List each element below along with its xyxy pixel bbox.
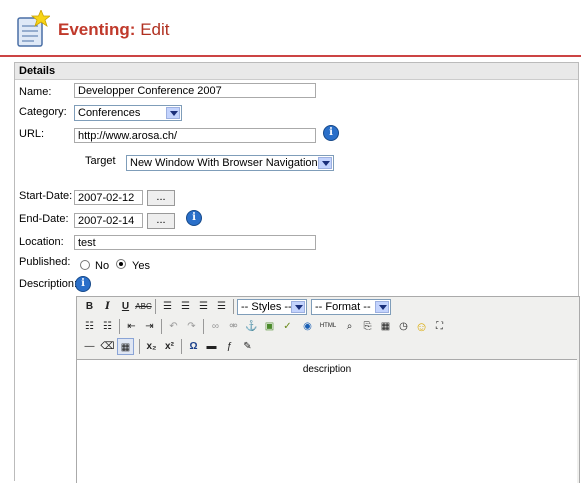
header-divider — [0, 55, 581, 57]
numbered-list-icon[interactable]: ☷ — [99, 318, 116, 335]
align-center-icon[interactable]: ☰ — [177, 298, 194, 315]
published-label: Published: — [19, 256, 71, 268]
chevron-down-icon — [166, 107, 180, 119]
description-label: Description: — [19, 278, 78, 290]
italic-icon[interactable]: I — [99, 298, 116, 315]
toolbar-separator — [181, 339, 182, 354]
toolbar-separator — [139, 339, 140, 354]
title-subtitle: Edit — [140, 20, 170, 39]
end-date-label: End-Date: — [19, 213, 69, 225]
edit-icon[interactable]: ✎ — [239, 338, 256, 355]
unlink-icon[interactable]: ⚮ — [225, 318, 242, 335]
published-yes-label: Yes — [132, 260, 150, 272]
link-icon[interactable]: ∞ — [207, 318, 224, 335]
location-label: Location: — [19, 236, 64, 248]
flash-icon[interactable]: ƒ — [221, 338, 238, 355]
published-no-radio[interactable] — [80, 260, 90, 270]
start-date-label: Start-Date: — [19, 190, 73, 202]
start-date-field[interactable]: 2007-02-12 — [74, 190, 143, 205]
editor-content-text: description — [302, 364, 352, 375]
start-date-picker-button[interactable]: ... — [147, 190, 175, 206]
url-label: URL: — [19, 128, 45, 140]
published-yes-radio[interactable] — [116, 259, 126, 269]
time-icon[interactable]: ◷ — [395, 318, 412, 335]
date-icon[interactable]: ▦ — [377, 318, 394, 335]
url-field[interactable]: http://www.arosa.ch/ — [74, 128, 316, 143]
align-left-icon[interactable]: ☰ — [159, 298, 176, 315]
page-header: Eventing: Edit — [0, 0, 581, 58]
undo-icon[interactable]: ↶ — [165, 318, 182, 335]
strikethrough-icon[interactable]: ABC — [135, 298, 152, 315]
details-panel: Details Name: Developper Conference 2007… — [14, 62, 580, 484]
styles-select[interactable]: -- Styles -- — [237, 299, 307, 315]
bold-icon[interactable]: B — [81, 298, 98, 315]
end-date-picker-button[interactable]: ... — [147, 213, 175, 229]
chevron-down-icon — [375, 301, 389, 313]
info-icon[interactable]: i — [324, 126, 338, 140]
subscript-icon[interactable]: x₂ — [143, 338, 160, 355]
category-select[interactable]: Conferences — [74, 105, 182, 121]
hr-icon[interactable]: — — [81, 338, 98, 355]
superscript-icon[interactable]: x² — [161, 338, 178, 355]
search-icon[interactable]: ⌕ — [341, 318, 358, 335]
details-heading-text: Details — [19, 65, 56, 77]
align-justify-icon[interactable]: ☰ — [213, 298, 230, 315]
chevron-down-icon — [318, 157, 332, 169]
details-heading: Details — [15, 63, 578, 80]
fullscreen-icon[interactable]: ⛶ — [431, 318, 448, 335]
target-label: Target — [85, 155, 116, 167]
page-title: Eventing: Edit — [58, 20, 169, 40]
help-icon[interactable]: ◉ — [299, 318, 316, 335]
rich-text-editor: B I U ABC ☰ ☰ ☰ ☰ -- Styles -- -- Format… — [76, 296, 580, 484]
toolbar-separator — [161, 319, 162, 334]
location-field[interactable]: test — [74, 235, 316, 250]
category-label: Category: — [19, 106, 67, 118]
bullet-list-icon[interactable]: ☷ — [81, 318, 98, 335]
html-icon[interactable]: HTML — [317, 318, 339, 335]
eraser-icon[interactable]: ⌫ — [99, 338, 116, 355]
anchor-icon[interactable]: ⚓ — [243, 318, 260, 335]
format-select[interactable]: -- Format -- — [311, 299, 391, 315]
chevron-down-icon — [291, 301, 305, 313]
styles-select-value: -- Styles -- — [241, 301, 292, 313]
replace-icon[interactable]: ⎘ — [359, 318, 376, 335]
toolbar-separator — [119, 319, 120, 334]
info-icon[interactable]: i — [76, 277, 90, 291]
target-select[interactable]: New Window With Browser Navigation — [126, 155, 334, 171]
published-no-label: No — [95, 260, 110, 272]
image-icon[interactable]: ▣ — [261, 318, 278, 335]
end-date-field[interactable]: 2007-02-14 — [74, 213, 143, 228]
name-field[interactable]: Developper Conference 2007 — [74, 83, 316, 98]
toolbar-separator — [203, 319, 204, 334]
charmap-icon[interactable]: Ω — [185, 338, 202, 355]
format-select-value: -- Format -- — [315, 301, 371, 313]
redo-icon[interactable]: ↷ — [183, 318, 200, 335]
toolbar-separator — [155, 299, 156, 314]
align-right-icon[interactable]: ☰ — [195, 298, 212, 315]
title-text: Eventing: — [58, 20, 136, 39]
name-label: Name: — [19, 86, 52, 98]
outdent-icon[interactable]: ⇤ — [123, 318, 140, 335]
category-value: Conferences — [78, 107, 141, 119]
calendar-icon — [17, 10, 50, 47]
toolbar-separator — [233, 299, 234, 314]
emoticon-icon[interactable]: ☺ — [413, 318, 430, 335]
table-icon[interactable]: ▦ — [117, 338, 134, 355]
indent-icon[interactable]: ⇥ — [141, 318, 158, 335]
target-value: New Window With Browser Navigation — [130, 157, 318, 169]
underline-icon[interactable]: U — [117, 298, 134, 315]
media-icon[interactable]: ▬ — [203, 338, 220, 355]
cleanup-icon[interactable]: ✓ — [279, 318, 296, 335]
info-icon[interactable]: i — [187, 211, 201, 225]
editor-content-area[interactable]: description — [77, 359, 577, 484]
